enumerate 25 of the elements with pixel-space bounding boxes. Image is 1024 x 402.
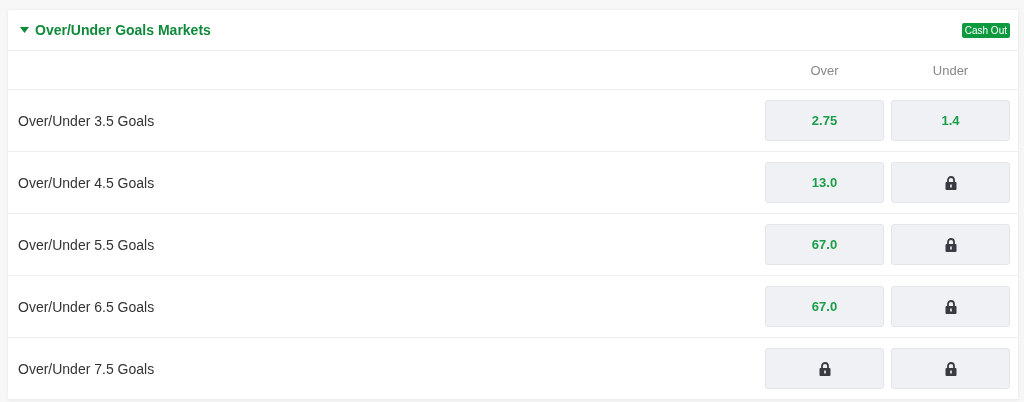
lock-icon: [818, 361, 831, 376]
cash-out-badge: Cash Out: [961, 22, 1010, 38]
caret-icon: [20, 27, 29, 33]
odds-button[interactable]: 2.75: [765, 100, 884, 141]
lock-icon: [944, 175, 957, 190]
locked-odds-button[interactable]: [891, 162, 1010, 203]
market-name: Over/Under 6.5 Goals: [18, 298, 156, 315]
odds-button[interactable]: 67.0: [765, 224, 884, 265]
market-name: Over/Under 7.5 Goals: [18, 360, 156, 377]
lock-icon: [944, 299, 957, 314]
locked-odds-button[interactable]: [891, 286, 1010, 327]
market-name: Over/Under 3.5 Goals: [18, 112, 156, 129]
column-header: Under: [931, 62, 970, 78]
locked-odds-button[interactable]: [891, 224, 1010, 265]
section-toggle[interactable]: Over/Under Goals Markets: [20, 22, 211, 38]
market-name: Over/Under 4.5 Goals: [18, 174, 156, 191]
lock-icon: [944, 237, 957, 252]
locked-odds-button[interactable]: [891, 348, 1010, 389]
column-header: Over: [809, 62, 840, 78]
odds-button[interactable]: 67.0: [765, 286, 884, 327]
odds-button[interactable]: 1.4: [891, 100, 1010, 141]
lock-icon: [944, 361, 957, 376]
locked-odds-button[interactable]: [765, 348, 884, 389]
odds-button[interactable]: 13.0: [765, 162, 884, 203]
market-name: Over/Under 5.5 Goals: [18, 236, 156, 253]
